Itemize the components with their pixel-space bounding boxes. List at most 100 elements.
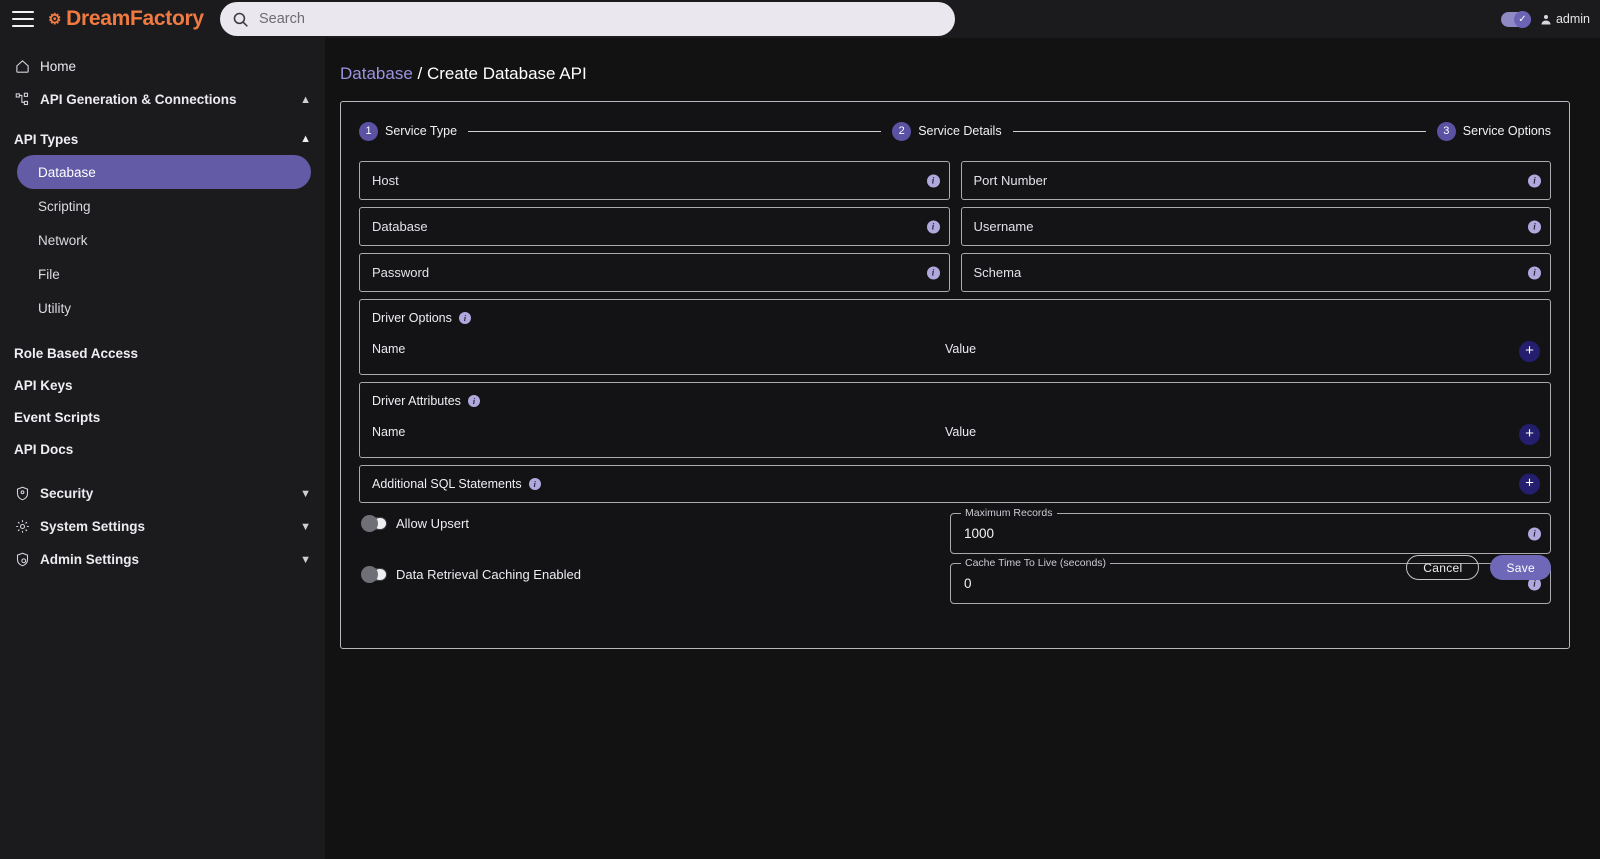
person-icon [1541, 14, 1551, 24]
driver-attributes-section: Driver Attributes i Name Value + [359, 382, 1551, 458]
info-icon[interactable]: i [1528, 266, 1541, 279]
maximum-records-value: 1000 [964, 526, 995, 541]
add-driver-option-button[interactable]: + [1519, 341, 1540, 362]
breadcrumb: Database / Create Database API [340, 64, 1570, 84]
sidebar-item-event-scripts[interactable]: Event Scripts [0, 401, 325, 433]
host-field[interactable]: Host i [359, 161, 950, 200]
main-content: Database / Create Database API 1 Service… [325, 38, 1600, 859]
sidebar-item-admin-settings[interactable]: Admin Settings ▼ [0, 543, 325, 576]
shield-icon [14, 486, 31, 501]
sidebar-subitem-label: Utility [38, 300, 71, 316]
password-field[interactable]: Password i [359, 253, 950, 292]
maximum-records-label: Maximum Records [961, 507, 1057, 519]
sidebar-item-api-keys[interactable]: API Keys [0, 369, 325, 401]
add-sql-statement-button[interactable]: + [1519, 473, 1540, 495]
sidebar-group-api-types[interactable]: API Types ▲ [0, 123, 325, 155]
step-service-details[interactable]: 2 Service Details [892, 121, 1002, 141]
driver-options-title: Driver Options i [372, 311, 1538, 325]
sidebar-item-system-settings[interactable]: System Settings ▼ [0, 510, 325, 543]
step-service-options[interactable]: 3 Service Options [1436, 121, 1552, 141]
gear-icon: ⚙ [48, 10, 62, 28]
check-icon: ✓ [1513, 10, 1531, 28]
search-input[interactable] [259, 11, 943, 27]
toggles-column: Allow Upsert Data Retrieval Caching Enab… [359, 513, 939, 615]
database-field[interactable]: Database i [359, 207, 950, 246]
sidebar-item-home[interactable]: Home [0, 50, 325, 83]
wizard-stepper: 1 Service Type 2 Service Details 3 Servi… [359, 119, 1551, 143]
breadcrumb-parent[interactable]: Database [340, 64, 413, 83]
top-bar: ⚙ DreamFactory ✓ admin [0, 0, 1600, 38]
data-retrieval-caching-label: Data Retrieval Caching Enabled [396, 567, 581, 582]
schema-field[interactable]: Schema i [960, 253, 1551, 292]
form-row: Password i Schema i [359, 253, 1551, 292]
sidebar-item-role-based-access[interactable]: Role Based Access [0, 337, 325, 369]
sidebar-group-label: API Types [14, 131, 79, 147]
breadcrumb-separator: / [417, 64, 423, 83]
info-icon[interactable]: i [1528, 174, 1541, 187]
step-service-type[interactable]: 1 Service Type [359, 121, 457, 141]
home-icon [14, 59, 31, 74]
sidebar-item-api-generation[interactable]: API Generation & Connections ▲ [0, 83, 325, 116]
sidebar-item-file[interactable]: File [17, 257, 311, 291]
chevron-down-icon: ▼ [300, 487, 311, 500]
data-retrieval-caching-row: Data Retrieval Caching Enabled [361, 564, 939, 585]
sidebar-item-security[interactable]: Security ▼ [0, 477, 325, 510]
info-icon[interactable]: i [458, 312, 471, 324]
brand-name: DreamFactory [66, 7, 204, 30]
sidebar-item-label: System Settings [40, 519, 146, 534]
user-menu[interactable]: admin [1540, 12, 1590, 26]
step-connector [468, 130, 882, 132]
step-connector [1012, 130, 1426, 132]
theme-toggle[interactable]: ✓ [1500, 10, 1531, 28]
info-icon[interactable]: i [467, 395, 480, 407]
cancel-button[interactable]: Cancel [1406, 555, 1480, 580]
info-icon[interactable]: i [926, 174, 940, 187]
cache-ttl-value: 0 [964, 576, 972, 591]
additional-sql-section: Additional SQL Statements i + [359, 465, 1551, 503]
sidebar-item-label: Home [40, 59, 77, 74]
sidebar-item-label: API Generation & Connections [40, 92, 237, 107]
driver-attributes-columns: Name Value [372, 425, 1538, 439]
sidebar-item-label: Security [40, 486, 94, 501]
page-title: Create Database API [426, 64, 587, 83]
create-database-api-card: 1 Service Type 2 Service Details 3 Servi… [340, 101, 1570, 649]
add-driver-attribute-button[interactable]: + [1519, 424, 1540, 445]
sidebar-item-scripting[interactable]: Scripting [17, 189, 311, 223]
sidebar-item-network[interactable]: Network [17, 223, 311, 257]
info-icon[interactable]: i [926, 266, 940, 279]
allow-upsert-toggle[interactable] [361, 515, 387, 532]
sidebar-subitem-label: Network [38, 232, 88, 248]
sidebar-item-label: API Docs [14, 441, 74, 457]
column-header-value: Value [945, 425, 977, 439]
sidebar-item-label: Role Based Access [14, 345, 139, 361]
password-placeholder: Password [372, 265, 430, 280]
allow-upsert-row: Allow Upsert [361, 513, 939, 534]
column-header-name: Name [372, 342, 406, 356]
data-retrieval-caching-toggle[interactable] [361, 566, 387, 583]
driver-attributes-title: Driver Attributes i [372, 394, 1538, 408]
brand-logo[interactable]: ⚙ DreamFactory [48, 7, 204, 31]
shield-lock-icon [14, 552, 31, 567]
search-bar[interactable] [220, 2, 955, 36]
hamburger-menu-icon[interactable] [12, 11, 34, 27]
info-icon[interactable]: i [1528, 220, 1541, 233]
port-number-placeholder: Port Number [973, 173, 1048, 188]
save-button[interactable]: Save [1490, 555, 1551, 580]
port-number-field[interactable]: Port Number i [960, 161, 1551, 200]
info-icon[interactable]: i [926, 220, 940, 233]
step-label: Service Options [1462, 124, 1552, 138]
sidebar-item-label: Admin Settings [40, 552, 140, 567]
sidebar-item-utility[interactable]: Utility [17, 291, 311, 325]
maximum-records-field[interactable]: Maximum Records 1000 i [950, 507, 1551, 554]
database-placeholder: Database [372, 219, 428, 234]
form-row: Host i Port Number i [359, 161, 1551, 200]
username-field[interactable]: Username i [960, 207, 1551, 246]
step-number: 2 [892, 121, 912, 141]
step-number: 1 [359, 121, 378, 141]
sidebar-item-database[interactable]: Database [17, 155, 311, 189]
info-icon[interactable]: i [1528, 527, 1541, 540]
info-icon[interactable]: i [528, 478, 541, 490]
sidebar-item-api-docs[interactable]: API Docs [0, 433, 325, 465]
column-header-name: Name [372, 425, 406, 439]
sidebar-subitem-label: File [38, 266, 60, 282]
